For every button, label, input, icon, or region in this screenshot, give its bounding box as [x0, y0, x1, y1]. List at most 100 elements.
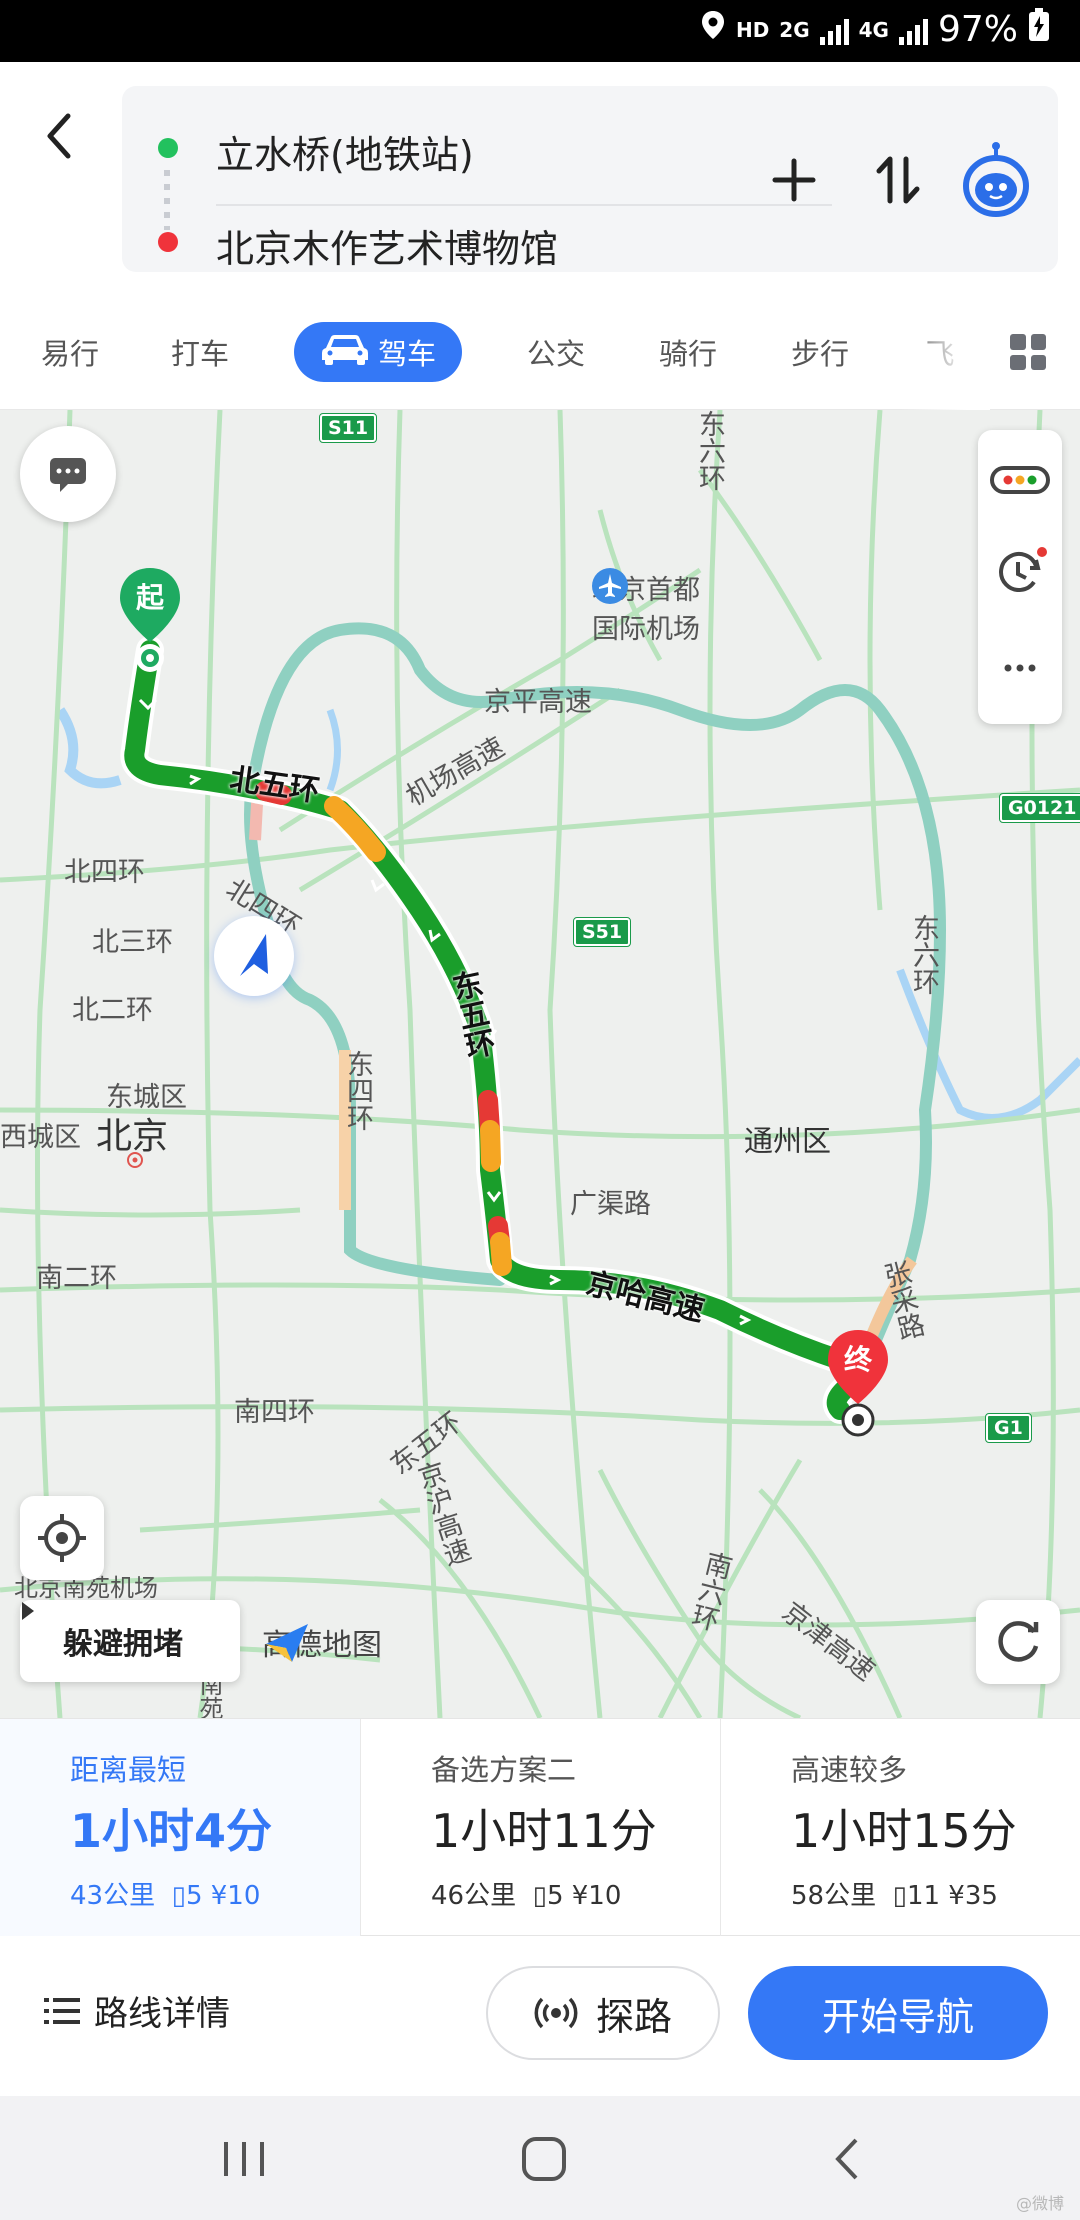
assistant-robot-button[interactable] — [950, 130, 1042, 230]
amap-logo: 高德地图 — [262, 1620, 382, 1664]
road-label-dongliuhuan-top: 东六环 — [694, 410, 725, 491]
start-marker-label: 起 — [135, 581, 164, 614]
beijing-label: 北京 — [96, 1116, 169, 1157]
route-toll: ¥10 — [210, 1881, 261, 1911]
tab-bus[interactable]: 公交 — [516, 322, 596, 382]
refresh-icon — [998, 1621, 1039, 1662]
road-label-guangqu: 广渠路 — [570, 1189, 651, 1220]
tab-bike[interactable]: 骑行 — [648, 322, 728, 382]
start-navigation-button[interactable]: 开始导航 — [748, 1966, 1048, 2060]
car-icon — [320, 332, 370, 373]
route-details-button[interactable]: 路线详情 — [44, 1986, 230, 2035]
xicheng-label: 西城区 — [0, 1122, 81, 1153]
route-option-highway[interactable]: 高速较多 1小时15分 58公里 ▯11 ¥35 — [720, 1719, 1080, 1937]
route-option-time: 1小时4分 — [70, 1804, 273, 1858]
home-button[interactable] — [514, 2134, 574, 2184]
location-icon — [700, 9, 726, 50]
departure-time-button[interactable] — [978, 530, 1062, 614]
2g-indicator: 2G — [779, 17, 810, 42]
end-marker-label: 终 — [843, 1343, 872, 1376]
route-option-shortest[interactable]: 距离最短 1小时4分 43公里 ▯5 ¥10 — [0, 1719, 360, 1937]
road-label-beisanhuan: 北三环 — [92, 927, 173, 958]
status-bar: HD 2G 4G 97% — [0, 0, 1080, 62]
locate-me-button[interactable] — [20, 1496, 104, 1580]
tab-easy[interactable]: 易行 — [30, 322, 110, 382]
shield-g0121: G0121 — [998, 793, 1080, 823]
map-tools-panel — [978, 430, 1062, 724]
road-label-dongliuhuan: 东六环 — [908, 914, 939, 995]
origin-field[interactable]: 立水桥(地铁站) — [216, 124, 474, 179]
airport-label: 北京首都 国际机场 — [592, 568, 700, 646]
road-label-nanerhuan: 南二环 — [36, 1263, 117, 1294]
refresh-route-button[interactable] — [976, 1600, 1060, 1684]
route-option-meta: 43公里 ▯5 ¥10 — [70, 1875, 260, 1912]
route-option-type: 高速较多 — [791, 1753, 908, 1787]
more-options-button[interactable] — [978, 626, 1062, 710]
shield-s51: S51 — [572, 917, 632, 947]
system-nav-bar: @微博 — [0, 2096, 1080, 2220]
destination-field[interactable]: 北京木作艺术博物馆 — [216, 218, 558, 273]
shield-g1: G1 — [985, 1413, 1032, 1443]
tongzhou-label: 通州区 — [744, 1124, 832, 1158]
route-option-type: 距离最短 — [70, 1753, 187, 1787]
road-label-dongsihuan: 东四环 — [342, 1050, 373, 1131]
4g-indicator: 4G — [858, 17, 889, 42]
current-location-marker — [214, 916, 294, 996]
traffic-light-count: 5 — [185, 1881, 203, 1911]
explore-route-button[interactable]: 探路 — [486, 1966, 720, 2060]
route-header: 立水桥(地铁站) 北京木作艺术博物馆 — [0, 62, 1080, 292]
explore-route-label: 探路 — [595, 1994, 672, 2039]
destination-dot-icon — [158, 232, 178, 252]
chat-bubble-icon — [50, 458, 86, 492]
list-icon — [44, 1997, 80, 2024]
route-option-meta: 58公里 ▯11 ¥35 — [791, 1875, 998, 1912]
system-back-icon — [835, 2138, 858, 2180]
route-connector — [164, 170, 170, 230]
signal-icon — [898, 15, 928, 45]
route-distance: 46公里 — [431, 1881, 517, 1911]
traffic-light-count-icon: ▯ — [884, 1881, 907, 1911]
traffic-toggle-button[interactable] — [978, 442, 1062, 518]
route-toll: ¥35 — [948, 1881, 998, 1911]
battery-level: 97% — [937, 9, 1018, 50]
route-option-type: 备选方案二 — [431, 1753, 577, 1787]
route-option-meta: 46公里 ▯5 ¥10 — [431, 1875, 621, 1912]
route-option-alt[interactable]: 备选方案二 1小时11分 46公里 ▯5 ¥10 — [360, 1719, 720, 1937]
route-options: 距离最短 1小时4分 43公里 ▯5 ¥10 备选方案二 1小时11分 46公里… — [0, 1718, 1080, 1937]
clock-icon — [999, 547, 1047, 592]
watermark: @微博 — [1015, 2194, 1064, 2213]
back-button[interactable] — [36, 102, 86, 172]
traffic-light-count: 5 — [546, 1881, 564, 1911]
traffic-light-count: 11 — [906, 1881, 941, 1911]
recent-apps-button[interactable] — [214, 2134, 274, 2184]
more-modes-grid-icon[interactable] — [1010, 334, 1046, 370]
swap-route-button[interactable] — [858, 130, 938, 230]
tab-drive-label: 驾车 — [377, 337, 436, 371]
route-toll: ¥10 — [571, 1881, 622, 1911]
add-waypoint-button[interactable] — [754, 130, 834, 230]
hd-indicator: HD — [735, 17, 770, 42]
map-view[interactable]: 北京首都 国际机场 东城区 西城区 北京 通州区 北京南苑机场 南苑路 北五环 … — [0, 410, 1080, 1718]
avoid-congestion-button[interactable]: 躲避拥堵 — [20, 1600, 240, 1682]
traffic-light-icon — [990, 466, 1050, 494]
signal-icon — [819, 15, 849, 45]
airport-name-2: 国际机场 — [592, 614, 700, 645]
origin-dot-icon — [158, 138, 178, 158]
tab-taxi[interactable]: 打车 — [160, 322, 240, 382]
system-back-button[interactable] — [818, 2134, 878, 2184]
transport-mode-tabs: 易行 打车 驾车 公交 骑行 步行 飞 — [0, 292, 1080, 410]
avoid-congestion-label: 躲避拥堵 — [63, 1627, 183, 1662]
ellipsis-icon — [1004, 664, 1036, 672]
tab-walk[interactable]: 步行 — [780, 322, 860, 382]
traffic-light-count-icon: ▯ — [524, 1881, 547, 1911]
feedback-button[interactable] — [20, 426, 116, 522]
tab-drive[interactable]: 驾车 — [294, 322, 462, 382]
shield-s11: S11 — [318, 413, 378, 443]
route-option-time: 1小时15分 — [791, 1804, 1017, 1858]
divider — [216, 204, 832, 206]
action-bar: 路线详情 探路 开始导航 — [0, 1936, 1080, 2096]
route-details-label: 路线详情 — [94, 1994, 230, 2034]
route-distance: 43公里 — [70, 1881, 156, 1911]
route-option-time: 1小时11分 — [431, 1804, 657, 1858]
home-icon — [522, 2137, 566, 2181]
